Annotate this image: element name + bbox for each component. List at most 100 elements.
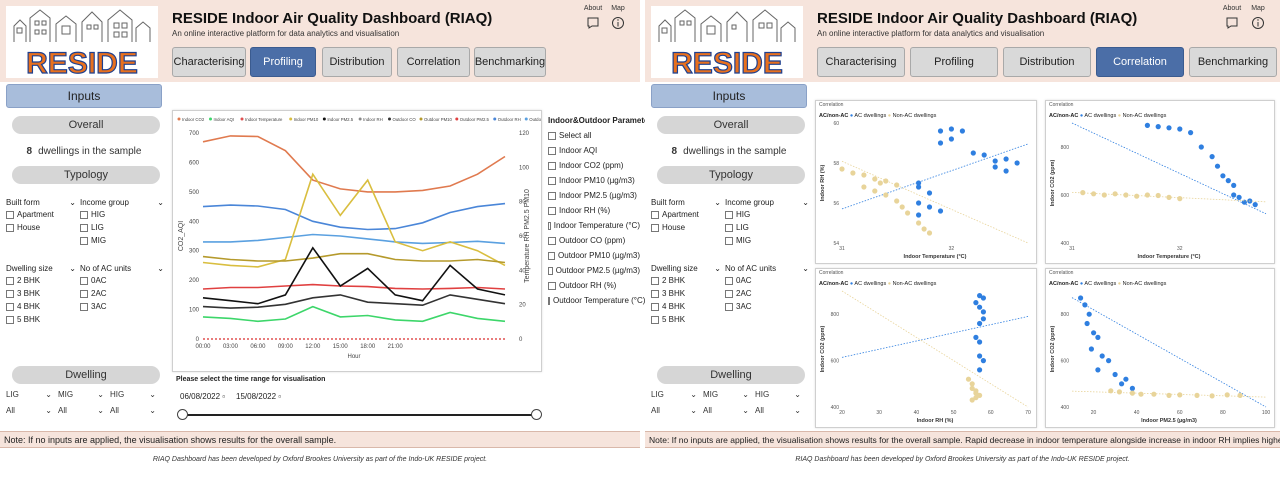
checkbox[interactable] (725, 236, 733, 245)
chevron-down-icon[interactable]: ⌄ (157, 198, 164, 207)
ac-units-filter[interactable]: No of AC units ⌄ 0AC 2AC 3AC (80, 264, 164, 315)
chevron-down-icon[interactable]: ⌄ (97, 406, 104, 415)
built-form-option[interactable]: House (651, 223, 721, 232)
about-link[interactable]: About (1220, 5, 1244, 12)
dwelling-size-option[interactable]: 5 BHK (6, 315, 76, 324)
chevron-down-icon[interactable]: ⌄ (45, 390, 52, 399)
income-group-option[interactable]: MIG (725, 236, 809, 245)
chevron-down-icon[interactable]: ⌄ (802, 198, 809, 207)
chevron-down-icon[interactable]: ⌄ (794, 406, 801, 415)
checkbox[interactable] (80, 276, 88, 285)
date-to-field[interactable]: 15/08/2022 ▫ (236, 392, 281, 401)
chevron-down-icon[interactable]: ⌄ (97, 390, 104, 399)
chevron-down-icon[interactable]: ⌄ (714, 264, 721, 273)
ac-units-option[interactable]: 2AC (80, 289, 164, 298)
chevron-down-icon[interactable]: ⌄ (690, 406, 697, 415)
tab-distribution[interactable]: Distribution (322, 47, 392, 77)
checkbox[interactable] (6, 289, 14, 298)
map-link[interactable]: Map (1246, 5, 1270, 12)
checkbox[interactable] (6, 223, 14, 232)
built-form-filter[interactable]: Built form ⌄ Apartment House (6, 198, 76, 236)
chevron-down-icon[interactable]: ⌄ (742, 406, 749, 415)
checkbox[interactable] (548, 251, 556, 260)
built-form-filter[interactable]: Built form ⌄ Apartment House (651, 198, 721, 236)
ac-units-option[interactable]: 0AC (725, 276, 809, 285)
income-group-option[interactable]: LIG (725, 223, 809, 232)
mig-value[interactable]: All ⌄ (703, 406, 749, 415)
parameter-option[interactable]: Outdoor PM10 (µg/m3) (548, 251, 640, 260)
tab-profiling[interactable]: Profiling (250, 47, 316, 77)
date-from-field[interactable]: 06/08/2022 ▫ (180, 392, 225, 401)
lig-dropdown[interactable]: LIG ⌄ (6, 390, 52, 399)
tab-characterising[interactable]: Characterising (172, 47, 246, 77)
dwelling-size-option[interactable]: 4 BHK (6, 302, 76, 311)
checkbox[interactable] (725, 302, 733, 311)
tab-distribution[interactable]: Distribution (1003, 47, 1091, 77)
checkbox[interactable] (548, 176, 556, 185)
ac-units-option[interactable]: 0AC (80, 276, 164, 285)
built-form-option[interactable]: House (6, 223, 76, 232)
info-icon[interactable] (611, 16, 625, 30)
tab-correlation[interactable]: Correlation (1096, 47, 1184, 77)
hig-value[interactable]: All ⌄ (110, 406, 156, 415)
slider-start-handle[interactable] (177, 409, 188, 420)
checkbox[interactable] (651, 276, 659, 285)
dwelling-size-option[interactable]: 3 BHK (651, 289, 721, 298)
checkbox[interactable] (80, 236, 88, 245)
checkbox[interactable] (548, 281, 556, 290)
income-group-option[interactable]: MIG (80, 236, 164, 245)
chevron-down-icon[interactable]: ⌄ (69, 198, 76, 207)
parameter-option[interactable]: Outdoor Temperature (°C) (548, 296, 645, 305)
dwelling-size-option[interactable]: 2 BHK (651, 276, 721, 285)
chevron-down-icon[interactable]: ⌄ (794, 390, 801, 399)
chevron-down-icon[interactable]: ⌄ (742, 390, 749, 399)
parameter-option[interactable]: Outdoor RH (%) (548, 281, 640, 290)
parameter-option[interactable]: Outdoor CO (ppm) (548, 236, 640, 245)
tab-correlation[interactable]: Correlation (397, 47, 470, 77)
calendar-icon[interactable]: ▫ (222, 392, 225, 401)
checkbox[interactable] (725, 289, 733, 298)
chevron-down-icon[interactable]: ⌄ (149, 406, 156, 415)
parameter-option[interactable]: Indoor AQI (548, 146, 640, 155)
parameter-option[interactable]: Indoor RH (%) (548, 206, 640, 215)
ac-units-filter[interactable]: No of AC units ⌄ 0AC 2AC 3AC (725, 264, 809, 315)
mig-value[interactable]: All ⌄ (58, 406, 104, 415)
ac-units-option[interactable]: 3AC (80, 302, 164, 311)
checkbox[interactable] (6, 276, 14, 285)
dwelling-size-option[interactable]: 3 BHK (6, 289, 76, 298)
chat-icon[interactable] (1225, 16, 1239, 30)
mig-dropdown[interactable]: MIG ⌄ (58, 390, 104, 399)
checkbox[interactable] (548, 191, 556, 200)
checkbox[interactable] (80, 223, 88, 232)
chevron-down-icon[interactable]: ⌄ (149, 390, 156, 399)
built-form-option[interactable]: Apartment (651, 210, 721, 219)
checkbox[interactable] (80, 289, 88, 298)
checkbox[interactable] (725, 223, 733, 232)
income-group-filter[interactable]: Income group ⌄ HIG LIG MIG (725, 198, 809, 249)
checkbox[interactable] (548, 146, 556, 155)
checkbox[interactable] (651, 223, 659, 232)
parameter-option[interactable]: Indoor PM2.5 (µg/m3) (548, 191, 640, 200)
checkbox[interactable] (548, 161, 556, 170)
income-group-option[interactable]: LIG (80, 223, 164, 232)
checkbox[interactable] (725, 210, 733, 219)
parameters-filter[interactable]: Indoor&Outdoor Parameters⌄ Select all Ind… (548, 116, 663, 311)
parameter-option[interactable]: Indoor PM10 (µg/m3) (548, 176, 640, 185)
checkbox[interactable] (6, 210, 14, 219)
chevron-down-icon[interactable]: ⌄ (802, 264, 809, 273)
parameter-option[interactable]: Indoor Temperature (°C) (548, 221, 640, 230)
chevron-down-icon[interactable]: ⌄ (45, 406, 52, 415)
checkbox[interactable] (6, 315, 14, 324)
checkbox[interactable] (548, 131, 556, 140)
parameter-option[interactable]: Select all (548, 131, 640, 140)
checkbox[interactable] (548, 206, 556, 215)
tab-benchmarking[interactable]: Benchmarking (1189, 47, 1277, 77)
dwelling-size-option[interactable]: 5 BHK (651, 315, 721, 324)
chevron-down-icon[interactable]: ⌄ (714, 198, 721, 207)
ac-units-option[interactable]: 3AC (725, 302, 809, 311)
chevron-down-icon[interactable]: ⌄ (157, 264, 164, 273)
map-link[interactable]: Map (606, 5, 630, 12)
chevron-down-icon[interactable]: ⌄ (690, 390, 697, 399)
lig-value[interactable]: All ⌄ (651, 406, 697, 415)
time-range-slider[interactable] (181, 414, 536, 416)
